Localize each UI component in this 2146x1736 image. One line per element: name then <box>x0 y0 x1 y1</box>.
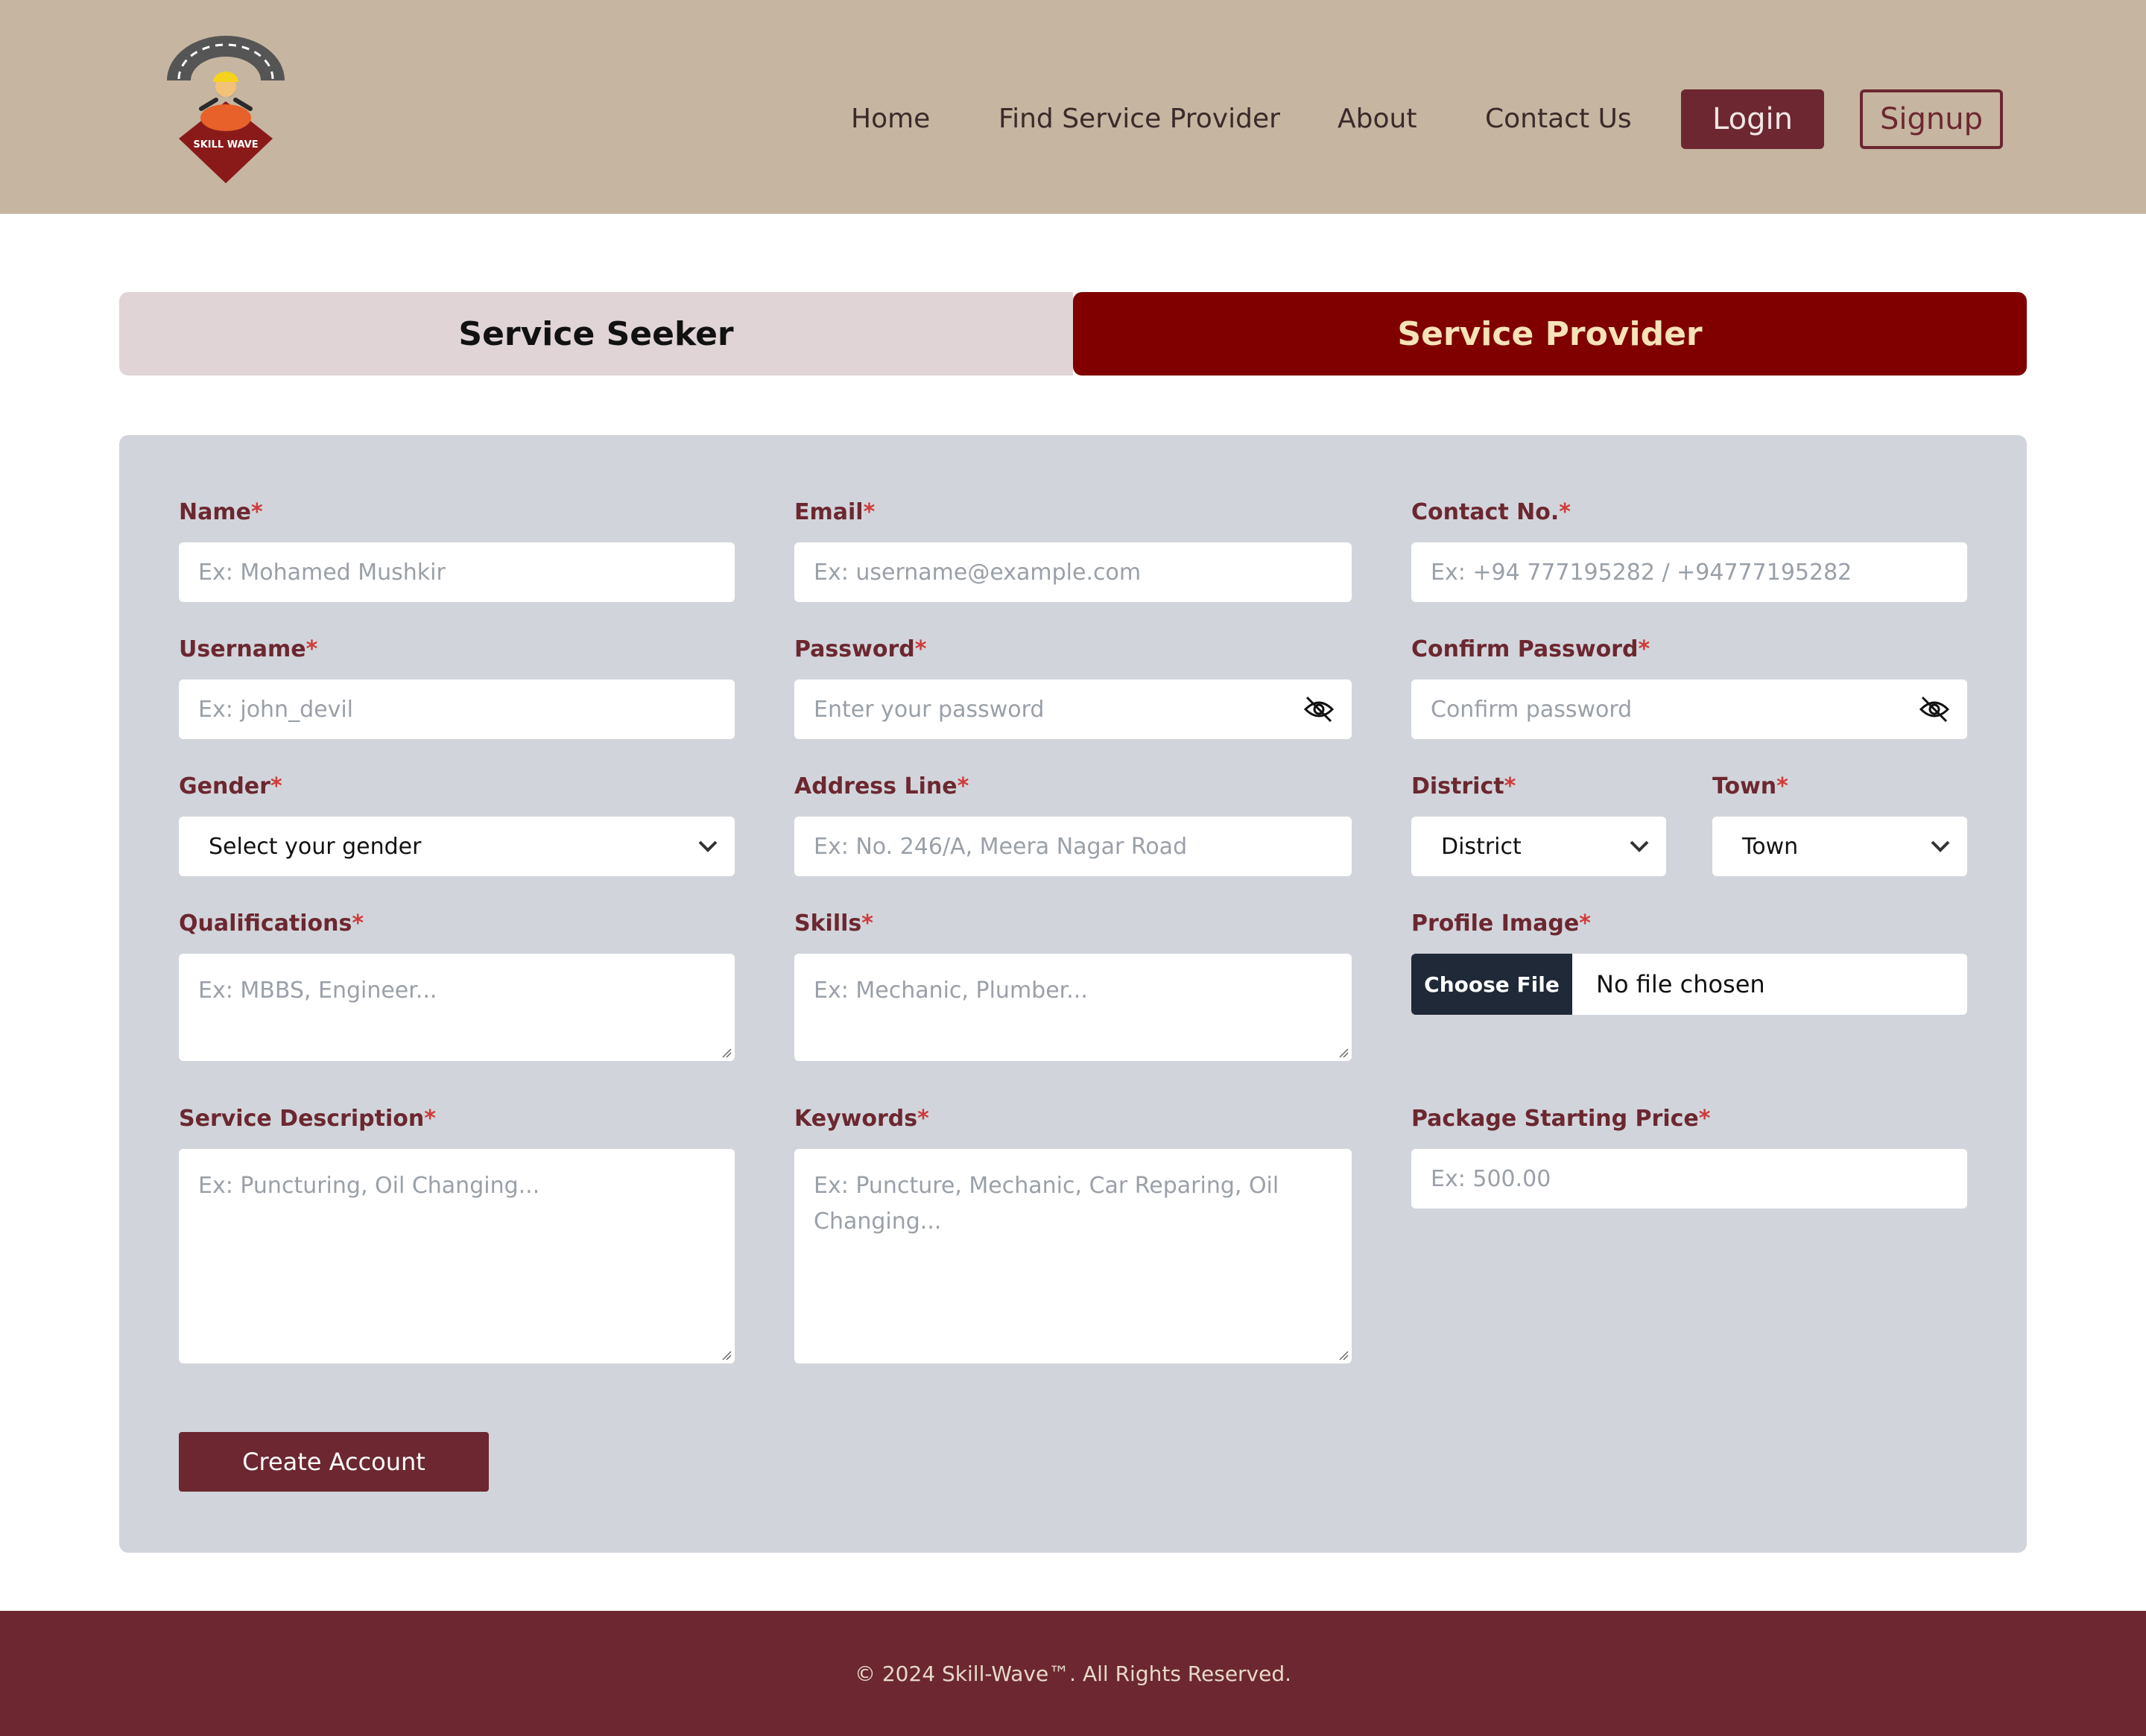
create-account-button[interactable]: Create Account <box>179 1432 489 1492</box>
chevron-down-icon <box>1931 840 1950 852</box>
contact-label: Contact No.* <box>1411 499 1571 525</box>
tab-service-seeker[interactable]: Service Seeker <box>119 292 1073 376</box>
district-label: District* <box>1411 773 1516 799</box>
chevron-down-icon <box>698 840 718 852</box>
nav-contact-us[interactable]: Contact Us <box>1485 98 1632 140</box>
eye-slash-icon[interactable] <box>1303 694 1335 724</box>
file-status-text: No file chosen <box>1596 970 1765 998</box>
site-footer: © 2024 Skill-Wave™. All Rights Reserved. <box>0 1611 2146 1736</box>
email-input[interactable]: Ex: username@example.com <box>794 542 1352 602</box>
skill-wave-logo[interactable]: SKILL WAVE <box>164 34 288 186</box>
town-select[interactable]: Town <box>1712 817 1967 876</box>
password-label: Password* <box>794 636 927 662</box>
confirm-password-label: Confirm Password* <box>1411 636 1650 662</box>
name-input[interactable]: Ex: Mohamed Mushkir <box>179 542 735 602</box>
skills-label: Skills* <box>794 910 873 937</box>
town-label: Town* <box>1712 773 1788 799</box>
nav-find-service-provider[interactable]: Find Service Provider <box>998 98 1280 140</box>
package-price-label: Package Starting Price* <box>1411 1106 1711 1132</box>
contact-input[interactable]: Ex: +94 777195282 / +94777195282 <box>1411 542 1967 602</box>
resize-handle-icon[interactable] <box>1338 1048 1349 1058</box>
district-select[interactable]: District <box>1411 817 1666 876</box>
profile-image-label: Profile Image* <box>1411 910 1591 937</box>
skills-textarea[interactable]: Ex: Mechanic, Plumber... <box>794 954 1352 1061</box>
email-label: Email* <box>794 499 876 525</box>
confirm-password-input[interactable]: Confirm password <box>1411 679 1967 739</box>
signup-button[interactable]: Signup <box>1860 89 2003 149</box>
chevron-down-icon <box>1630 840 1649 852</box>
choose-file-button[interactable]: Choose File <box>1411 954 1572 1015</box>
logo-text: SKILL WAVE <box>193 139 258 151</box>
address-input[interactable]: Ex: No. 246/A, Meera Nagar Road <box>794 817 1352 876</box>
package-price-input[interactable]: Ex: 500.00 <box>1411 1149 1967 1208</box>
password-input[interactable]: Enter your password <box>794 679 1352 739</box>
keywords-textarea[interactable]: Ex: Puncture, Mechanic, Car Reparing, Oi… <box>794 1149 1352 1363</box>
qualifications-textarea[interactable]: Ex: MBBS, Engineer... <box>179 954 735 1061</box>
resize-handle-icon[interactable] <box>1338 1350 1349 1360</box>
keywords-label: Keywords* <box>794 1106 929 1132</box>
address-label: Address Line* <box>794 773 969 799</box>
username-input[interactable]: Ex: john_devil <box>179 679 735 739</box>
gender-label: Gender* <box>179 773 282 799</box>
login-button[interactable]: Login <box>1681 89 1824 149</box>
eye-slash-icon[interactable] <box>1918 694 1951 724</box>
profile-image-file-input[interactable]: Choose File No file chosen <box>1411 954 1967 1015</box>
service-description-textarea[interactable]: Ex: Puncturing, Oil Changing... <box>179 1149 735 1363</box>
tab-service-provider[interactable]: Service Provider <box>1073 292 2027 376</box>
gender-select[interactable]: Select your gender <box>179 817 735 876</box>
qualifications-label: Qualifications* <box>179 910 364 937</box>
resize-handle-icon[interactable] <box>721 1048 732 1058</box>
copyright-text: © 2024 Skill-Wave™. All Rights Reserved. <box>854 1661 1292 1686</box>
site-header: SKILL WAVE Home Find Service Provider Ab… <box>0 0 2146 214</box>
resize-handle-icon[interactable] <box>721 1350 732 1360</box>
service-description-label: Service Description* <box>179 1106 436 1132</box>
nav-about[interactable]: About <box>1338 98 1417 140</box>
nav-home[interactable]: Home <box>851 98 930 140</box>
username-label: Username* <box>179 636 318 662</box>
name-label: Name* <box>179 499 263 525</box>
